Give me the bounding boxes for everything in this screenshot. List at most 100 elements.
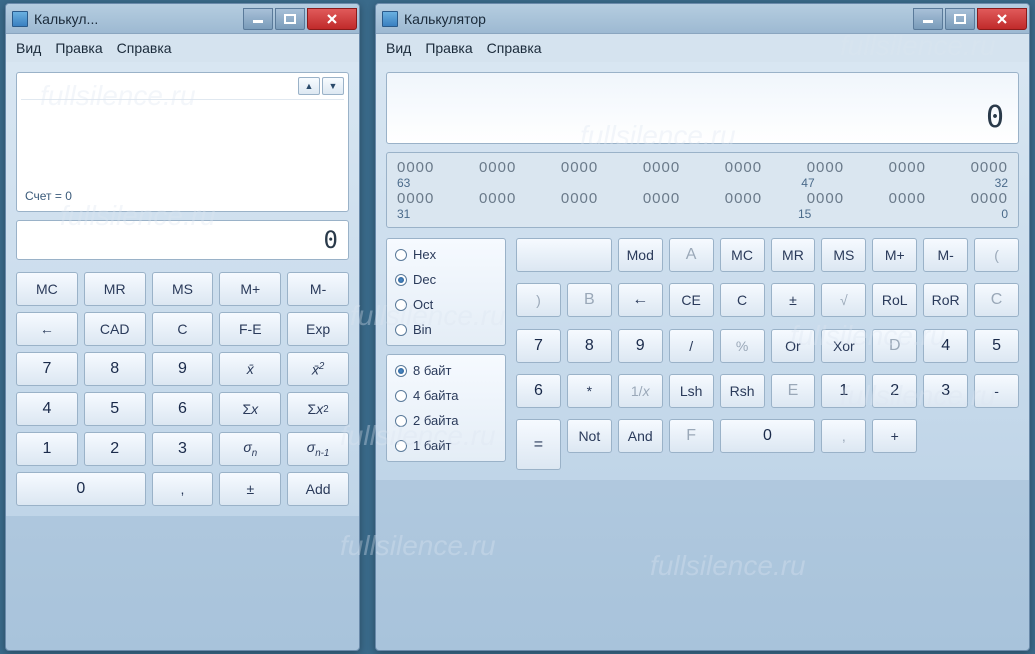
five-button[interactable]: 5 (974, 329, 1019, 363)
mod-button[interactable]: Mod (618, 238, 663, 272)
mminus-button[interactable]: M- (923, 238, 968, 272)
eight-button[interactable]: 8 (567, 329, 612, 363)
sum-button[interactable]: Σx (219, 392, 281, 426)
menu-view[interactable]: Вид (386, 40, 411, 56)
six-button[interactable]: 6 (516, 374, 561, 408)
bit-group[interactable]: 0000 (971, 190, 1008, 207)
radio-qword[interactable]: 8 байт (395, 363, 497, 378)
menu-help[interactable]: Справка (117, 40, 172, 56)
rol-button[interactable]: RoL (872, 283, 917, 317)
close-button[interactable] (307, 8, 357, 30)
ms-button[interactable]: MS (152, 272, 214, 306)
rparen-button[interactable]: ) (516, 283, 561, 317)
negate-button[interactable]: ± (219, 472, 281, 506)
nine-button[interactable]: 9 (152, 352, 214, 386)
minimize-button[interactable] (913, 8, 943, 30)
b-button[interactable]: B (567, 283, 612, 317)
lsh-button[interactable]: Lsh (669, 374, 714, 408)
and-button[interactable]: And (618, 419, 663, 453)
zero-button[interactable]: 0 (16, 472, 146, 506)
ror-button[interactable]: RoR (923, 283, 968, 317)
menu-view[interactable]: Вид (16, 40, 41, 56)
negate-button[interactable]: ± (771, 283, 816, 317)
two-button[interactable]: 2 (872, 374, 917, 408)
menu-edit[interactable]: Правка (55, 40, 102, 56)
bit-group[interactable]: 0000 (561, 190, 598, 207)
radio-word[interactable]: 2 байта (395, 413, 497, 428)
mplus-button[interactable]: M+ (872, 238, 917, 272)
c-button[interactable]: C (152, 312, 214, 346)
seven-button[interactable]: 7 (516, 329, 561, 363)
bit-panel[interactable]: 0000 0000 0000 0000 0000 0000 0000 0000 … (386, 152, 1019, 228)
mplus-button[interactable]: M+ (219, 272, 281, 306)
bit-group[interactable]: 0000 (807, 159, 844, 176)
three-button[interactable]: 3 (152, 432, 214, 466)
history-down-button[interactable]: ▼ (322, 77, 344, 95)
or-button[interactable]: Or (771, 329, 816, 363)
bit-group[interactable]: 0000 (643, 190, 680, 207)
lparen-button[interactable]: ( (974, 238, 1019, 272)
nine-button[interactable]: 9 (618, 329, 663, 363)
bit-group[interactable]: 0000 (889, 159, 926, 176)
zero-button[interactable]: 0 (720, 419, 816, 453)
radio-byte[interactable]: 1 байт (395, 438, 497, 453)
bit-group[interactable]: 0000 (807, 190, 844, 207)
decimal-button[interactable]: , (821, 419, 866, 453)
a-button[interactable]: A (669, 238, 714, 272)
menu-help[interactable]: Справка (487, 40, 542, 56)
maximize-button[interactable] (275, 8, 305, 30)
bit-group[interactable]: 0000 (889, 190, 926, 207)
mc-button[interactable]: MC (720, 238, 765, 272)
f-button[interactable]: F (669, 419, 714, 453)
divide-button[interactable]: / (669, 329, 714, 363)
one-button[interactable]: 1 (821, 374, 866, 408)
mc-button[interactable]: MC (16, 272, 78, 306)
eight-button[interactable]: 8 (84, 352, 146, 386)
bit-group[interactable]: 0000 (397, 190, 434, 207)
minus-button[interactable]: - (974, 374, 1019, 408)
mr-button[interactable]: MR (771, 238, 816, 272)
four-button[interactable]: 4 (16, 392, 78, 426)
ms-button[interactable]: MS (821, 238, 866, 272)
radio-oct[interactable]: Oct (395, 297, 497, 312)
radio-dec[interactable]: Dec (395, 272, 497, 287)
sigma-n-button[interactable]: σn (219, 432, 281, 466)
ce-button[interactable]: CE (669, 283, 714, 317)
titlebar[interactable]: Калькул... (6, 4, 359, 34)
six-button[interactable]: 6 (152, 392, 214, 426)
titlebar[interactable]: Калькулятор (376, 4, 1029, 34)
mr-button[interactable]: MR (84, 272, 146, 306)
e-button[interactable]: E (771, 374, 816, 408)
bit-group[interactable]: 0000 (643, 159, 680, 176)
mminus-button[interactable]: M- (287, 272, 349, 306)
c-button[interactable]: C (720, 283, 765, 317)
two-button[interactable]: 2 (84, 432, 146, 466)
not-button[interactable]: Not (567, 419, 612, 453)
sqrt-button[interactable]: √ (821, 283, 866, 317)
bit-group[interactable]: 0000 (479, 190, 516, 207)
percent-button[interactable]: % (720, 329, 765, 363)
bit-group[interactable]: 0000 (561, 159, 598, 176)
key-c-button[interactable]: C (974, 283, 1019, 317)
history-up-button[interactable]: ▲ (298, 77, 320, 95)
one-button[interactable]: 1 (16, 432, 78, 466)
maximize-button[interactable] (945, 8, 975, 30)
bit-group[interactable]: 0000 (397, 159, 434, 176)
plus-button[interactable]: + (872, 419, 917, 453)
rsh-button[interactable]: Rsh (720, 374, 765, 408)
cad-button[interactable]: CAD (84, 312, 146, 346)
bit-group[interactable]: 0000 (971, 159, 1008, 176)
backspace-button[interactable]: ← (16, 312, 78, 346)
exp-button[interactable]: Exp (287, 312, 349, 346)
radio-hex[interactable]: Hex (395, 247, 497, 262)
minimize-button[interactable] (243, 8, 273, 30)
bit-group[interactable]: 0000 (725, 159, 762, 176)
xor-button[interactable]: Xor (821, 329, 866, 363)
close-button[interactable] (977, 8, 1027, 30)
three-button[interactable]: 3 (923, 374, 968, 408)
seven-button[interactable]: 7 (16, 352, 78, 386)
stat-history-list[interactable]: Счет = 0 (21, 99, 344, 207)
bit-group[interactable]: 0000 (479, 159, 516, 176)
radio-dword[interactable]: 4 байта (395, 388, 497, 403)
add-button[interactable]: Add (287, 472, 349, 506)
